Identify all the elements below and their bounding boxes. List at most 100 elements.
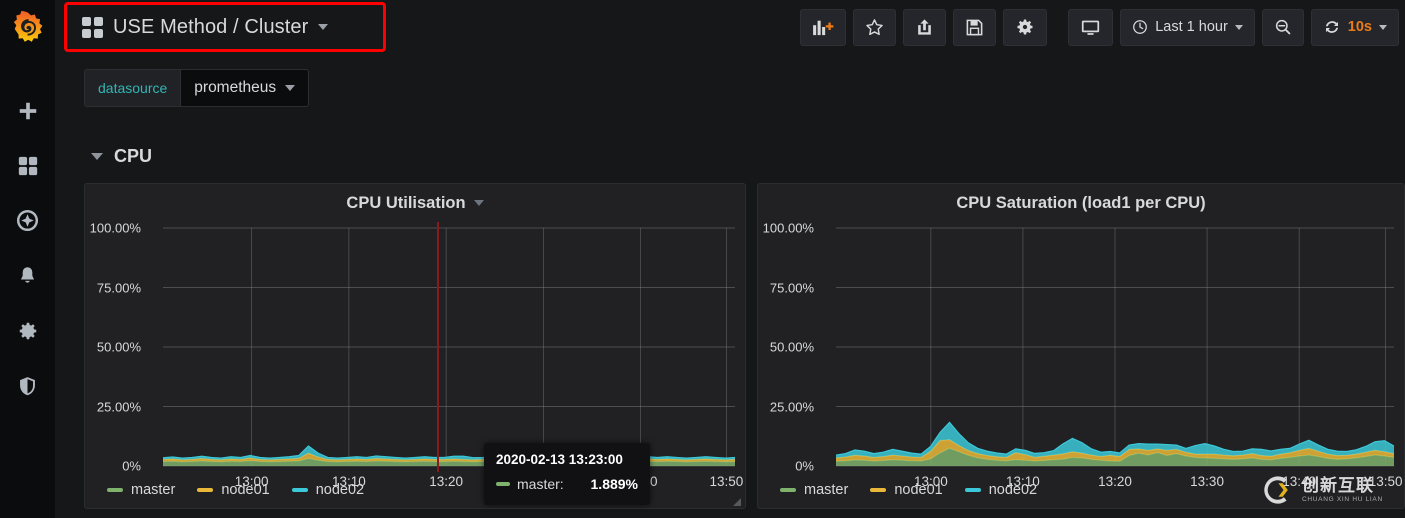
chevron-down-icon[interactable] — [1234, 24, 1243, 30]
y-axis-tick: 0% — [122, 458, 141, 474]
kiosk-mode-button[interactable] — [1068, 8, 1114, 46]
time-range-picker[interactable]: Last 1 hour — [1120, 8, 1255, 46]
clock-icon — [1133, 20, 1148, 34]
chevron-down-icon[interactable] — [1379, 24, 1387, 30]
graph-area[interactable]: 0% 25.00% 50.00% 75.00% 100.00% 13:00 13:10 13… — [758, 221, 1404, 490]
sidebar-item-configuration[interactable] — [0, 303, 55, 358]
y-axis-tick: 75.00% — [96, 280, 141, 295]
sidebar — [0, 0, 55, 518]
template-variable-datasource: datasource prometheus — [84, 69, 310, 107]
row-title: CPU — [114, 145, 153, 166]
chevron-down-icon[interactable] — [473, 200, 484, 206]
page-title: USE Method / Cluster — [113, 15, 309, 38]
variable-value-dropdown[interactable]: prometheus — [180, 69, 310, 107]
save-icon — [966, 19, 983, 35]
crosshair-line — [436, 222, 439, 472]
dashboard-toolbar: Last 1 hour 10s — [800, 8, 1405, 46]
cx-logo-icon — [1264, 476, 1288, 504]
share-icon — [918, 18, 932, 35]
legend-item-node02[interactable]: node02 — [964, 482, 1038, 498]
legend-label: node01 — [221, 482, 270, 498]
series-color-swatch — [870, 488, 887, 492]
grafana-dashboard: USE Method / Cluster Last 1 hour 10s dat… — [0, 0, 1405, 518]
legend-item-master[interactable]: master — [107, 482, 175, 498]
y-axis-tick: 25.00% — [769, 399, 814, 414]
sidebar-item-explore[interactable] — [0, 193, 55, 248]
top-navbar: USE Method / Cluster Last 1 hour 10s — [55, 0, 1405, 54]
tooltip-timestamp: 2020-02-13 13:23:00 — [496, 452, 623, 467]
legend-item-node01[interactable]: node01 — [197, 482, 270, 498]
tooltip-series-row: master: 1.889% — [496, 476, 638, 492]
zoom-out-button[interactable] — [1261, 8, 1304, 46]
dashboard-title-button[interactable]: USE Method / Cluster — [64, 5, 342, 49]
shield-icon — [20, 376, 35, 395]
grid-icon — [82, 16, 103, 38]
gear-icon — [19, 322, 36, 339]
tooltip-series-name: master: — [517, 476, 564, 492]
chart-svg — [835, 227, 1395, 467]
row-header-cpu[interactable]: CPU — [55, 138, 1405, 174]
legend-item-node01[interactable]: node01 — [870, 482, 943, 498]
dashboard-title-area: USE Method / Cluster — [64, 2, 386, 52]
watermark-pinyin: CHUANG XIN HU LIAN — [1302, 495, 1383, 503]
variable-label: datasource — [84, 69, 181, 107]
chart-svg — [162, 227, 736, 467]
series-color-swatch — [197, 488, 214, 492]
legend-label: node02 — [988, 482, 1038, 498]
legend-label: master — [804, 482, 849, 498]
share-button[interactable] — [903, 8, 947, 46]
y-axis-tick: 25.00% — [96, 399, 141, 414]
series-color-swatch — [964, 488, 981, 492]
y-axis-tick: 0% — [795, 458, 814, 474]
plot-area[interactable] — [835, 222, 1395, 472]
chevron-down-icon[interactable] — [91, 152, 103, 160]
star-icon — [866, 18, 883, 35]
sidebar-item-alerting[interactable] — [0, 248, 55, 303]
gear-icon — [1017, 19, 1033, 35]
y-axis-tick: 50.00% — [769, 339, 814, 355]
tooltip-series-value: 1.889% — [590, 476, 638, 492]
sidebar-item-dashboards[interactable] — [0, 138, 55, 193]
watermark-text: 创新互联 CHUANG XIN HU LIAN — [1302, 477, 1383, 504]
graph-area[interactable]: 0% 25.00% 50.00% 75.00% 100.00% 13:00 13:10 13… — [85, 220, 745, 490]
add-panel-icon — [813, 20, 834, 36]
legend-label: node01 — [894, 482, 943, 498]
series-color-swatch — [291, 488, 308, 492]
refresh-interval-label: 10s — [1347, 19, 1372, 35]
legend-label: master — [131, 482, 176, 498]
sidebar-item-create[interactable] — [0, 83, 55, 138]
save-button[interactable] — [953, 8, 997, 46]
time-range-label: Last 1 hour — [1155, 19, 1228, 35]
graph-tooltip: 2020-02-13 13:23:00 master: 1.889% — [484, 443, 650, 505]
dashboard-settings-button[interactable] — [1003, 8, 1048, 46]
series-color-swatch — [496, 482, 510, 486]
refresh-icon — [1325, 21, 1338, 33]
add-panel-button[interactable] — [800, 8, 847, 46]
variable-value-text: prometheus — [194, 79, 277, 96]
monitor-icon — [1082, 20, 1100, 35]
chevron-down-icon[interactable] — [318, 24, 329, 30]
panel-header[interactable]: CPU Saturation (load1 per CPU) — [758, 184, 1404, 222]
compass-icon — [16, 209, 39, 232]
y-axis-tick: 50.00% — [96, 339, 141, 355]
sidebar-item-server-admin[interactable] — [0, 358, 55, 413]
star-button[interactable] — [853, 8, 897, 46]
bell-icon — [20, 266, 35, 283]
legend-item-master[interactable]: master — [780, 482, 848, 498]
y-axis-tick: 75.00% — [769, 280, 814, 295]
y-axis: 0% 25.00% 50.00% 75.00% 100.00% — [758, 221, 818, 474]
panel-cpu-saturation: CPU Saturation (load1 per CPU) 0% 25.00% 5… — [757, 183, 1405, 509]
y-axis-tick: 100.00% — [89, 220, 141, 236]
legend-item-node02[interactable]: node02 — [291, 482, 365, 498]
panel-header[interactable]: CPU Utilisation — [85, 184, 745, 222]
panel-title: CPU Saturation (load1 per CPU) — [956, 193, 1206, 212]
dashboards-icon — [18, 156, 37, 175]
plot-area[interactable] — [162, 222, 736, 472]
watermark: 创新互联 CHUANG XIN HU LIAN — [1261, 468, 1401, 512]
refresh-button[interactable]: 10s — [1310, 8, 1399, 46]
grafana-logo-icon[interactable] — [0, 0, 55, 55]
zoom-out-icon — [1275, 19, 1291, 35]
panel-resize-handle[interactable] — [732, 497, 741, 506]
y-axis: 0% 25.00% 50.00% 75.00% 100.00% — [85, 220, 145, 474]
legend-label: node02 — [315, 482, 365, 498]
